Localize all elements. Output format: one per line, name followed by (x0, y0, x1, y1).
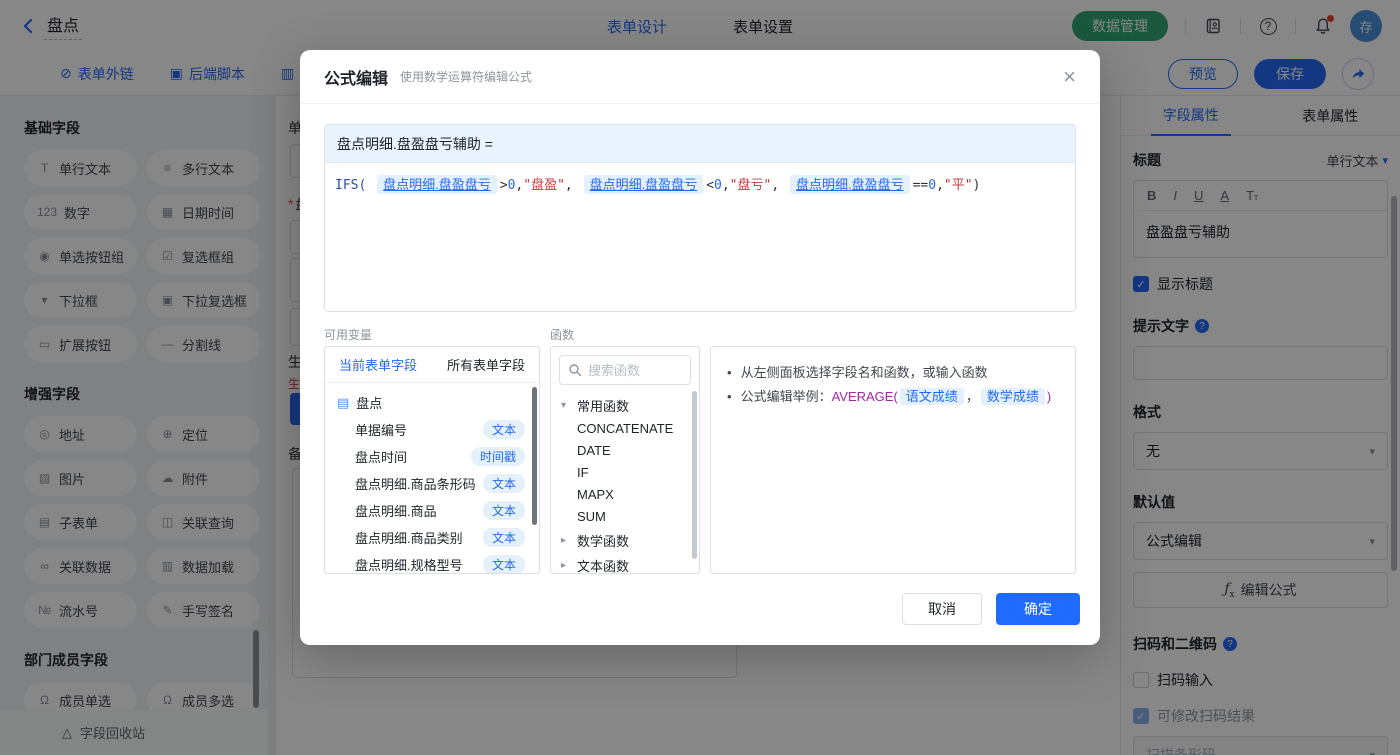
help-line-2: • 公式编辑举例：AVERAGE(语文成绩，数学成绩) (727, 387, 1059, 407)
formula-token: , (722, 178, 730, 193)
formula-target: 盘点明细.盘盈盘亏辅助 = (325, 125, 1075, 163)
variable-field-name: 盘点明细.规格型号 (355, 555, 463, 574)
formula-token: 0 (714, 178, 722, 193)
formula-token: , (565, 178, 581, 193)
modal-footer: 取消 确定 (902, 593, 1080, 625)
chevron-down-icon: ▾ (561, 400, 571, 411)
variable-field-name: 单据编号 (355, 420, 407, 439)
formula-token: 盘点明细.盘盈盘亏 (790, 175, 910, 194)
tab-all-form-fields[interactable]: 所有表单字段 (447, 355, 525, 374)
variable-field-name: 盘点明细.商品条形码 (355, 474, 476, 493)
function-item[interactable]: DATE (551, 440, 699, 462)
functions-label: 函数 (550, 326, 700, 346)
example-function-close: ) (1047, 389, 1051, 404)
bullet: • (727, 363, 732, 383)
example-field-chip: 语文成绩 (900, 388, 964, 405)
function-group-math[interactable]: ▸ 数学函数 (551, 528, 699, 553)
variable-field-item[interactable]: 盘点时间 时间戳 (325, 443, 539, 470)
function-search-input[interactable] (588, 363, 680, 378)
formula-token: , (771, 178, 787, 193)
formula-token: 盘点明细.盘盈盘亏 (377, 175, 497, 194)
function-group-common[interactable]: ▾ 常用函数 (551, 393, 699, 418)
search-icon (568, 363, 582, 377)
help-label-spacer (710, 326, 1076, 346)
help-example: 公式编辑举例：AVERAGE(语文成绩，数学成绩) (741, 387, 1052, 407)
variable-field-item[interactable]: 盘点明细.规格型号 文本 (325, 551, 539, 574)
variable-type-badge: 文本 (483, 555, 525, 574)
example-field-chip: 数学成绩 (981, 388, 1045, 405)
formula-token: 0 (928, 178, 936, 193)
example-function-open: AVERAGE( (832, 389, 898, 404)
tab-current-form-fields[interactable]: 当前表单字段 (339, 355, 417, 374)
modal-subtitle: 使用数学运算符编辑公式 (400, 68, 532, 85)
variables-scrollbar[interactable] (532, 387, 537, 525)
variable-type-badge: 文本 (483, 501, 525, 520)
formula-edit-modal: 公式编辑 使用数学运算符编辑公式 × 盘点明细.盘盈盘亏辅助 = IFS( 盘点… (300, 50, 1100, 645)
formula-token: == (913, 178, 929, 193)
variables-label: 可用变量 (324, 326, 540, 346)
chevron-right-icon: ▸ (561, 535, 571, 546)
formula-editor: 盘点明细.盘盈盘亏辅助 = IFS( 盘点明细.盘盈盘亏>0,"盘盈", 盘点明… (324, 124, 1076, 312)
function-item[interactable]: IF (551, 462, 699, 484)
variable-type-badge: 文本 (483, 528, 525, 547)
variable-field-name: 盘点明细.商品类别 (355, 528, 463, 547)
close-icon[interactable]: × (1063, 66, 1076, 88)
help-line-1: • 从左侧面板选择字段名和函数，或输入函数 (727, 363, 1059, 383)
function-item[interactable]: CONCATENATE (551, 418, 699, 440)
function-search-box (559, 355, 691, 385)
variable-field-item[interactable]: 盘点明细.商品条形码 文本 (325, 470, 539, 497)
variable-type-badge: 文本 (483, 420, 525, 439)
modal-title: 公式编辑 (324, 65, 388, 89)
functions-column: 函数 ▾ 常用函数 CONCATENATEDATEIFMAPXSUM ▸ (550, 326, 700, 574)
confirm-button[interactable]: 确定 (996, 593, 1080, 625)
modal-header: 公式编辑 使用数学运算符编辑公式 × (300, 50, 1100, 104)
formula-token: "盘亏" (730, 178, 772, 193)
variable-field-name: 盘点时间 (355, 447, 407, 466)
formula-token: , (936, 178, 944, 193)
modal-panels: 可用变量 当前表单字段 所有表单字段 ▤ 盘点 单据编号 (324, 326, 1076, 574)
formula-token: ) (973, 178, 981, 193)
functions-scrollbar[interactable] (692, 391, 697, 559)
help-column: • 从左侧面板选择字段名和函数，或输入函数 • 公式编辑举例：AVERAGE(语… (710, 326, 1076, 574)
function-tree: ▾ 常用函数 CONCATENATEDATEIFMAPXSUM ▸ 数学函数 ▸… (551, 393, 699, 574)
help-panel: • 从左侧面板选择字段名和函数，或输入函数 • 公式编辑举例：AVERAGE(语… (710, 346, 1076, 574)
formula-token: IFS( (335, 178, 374, 193)
function-item[interactable]: SUM (551, 506, 699, 528)
variable-field-item[interactable]: 盘点明细.商品类别 文本 (325, 524, 539, 551)
formula-token: 盘点明细.盘盈盘亏 (584, 175, 704, 194)
function-item[interactable]: MAPX (551, 484, 699, 506)
variables-column: 可用变量 当前表单字段 所有表单字段 ▤ 盘点 单据编号 (324, 326, 540, 574)
formula-token: > (500, 178, 508, 193)
cancel-button[interactable]: 取消 (902, 593, 982, 625)
variable-field-item[interactable]: 盘点明细.商品 文本 (325, 497, 539, 524)
variables-panel: 当前表单字段 所有表单字段 ▤ 盘点 单据编号 文本 (324, 346, 540, 574)
variable-type-badge: 时间戳 (471, 447, 525, 466)
formula-token: < (706, 178, 714, 193)
form-file-icon: ▤ (337, 395, 349, 411)
formula-token: "平" (944, 178, 973, 193)
formula-token: "盘盈" (523, 178, 565, 193)
variables-tabs: 当前表单字段 所有表单字段 (325, 347, 539, 383)
tree-root-item[interactable]: ▤ 盘点 (325, 389, 539, 416)
functions-panel: ▾ 常用函数 CONCATENATEDATEIFMAPXSUM ▸ 数学函数 ▸… (550, 346, 700, 574)
formula-code-area[interactable]: IFS( 盘点明细.盘盈盘亏>0,"盘盈", 盘点明细.盘盈盘亏<0,"盘亏",… (325, 163, 1075, 207)
chevron-right-icon: ▸ (561, 560, 571, 571)
function-group-text[interactable]: ▸ 文本函数 (551, 553, 699, 574)
variable-type-badge: 文本 (483, 474, 525, 493)
variable-field-name: 盘点明细.商品 (355, 501, 437, 520)
variables-tree: ▤ 盘点 单据编号 文本 盘点时间 时间 (325, 383, 539, 574)
bullet: • (727, 387, 732, 407)
variable-field-item[interactable]: 单据编号 文本 (325, 416, 539, 443)
